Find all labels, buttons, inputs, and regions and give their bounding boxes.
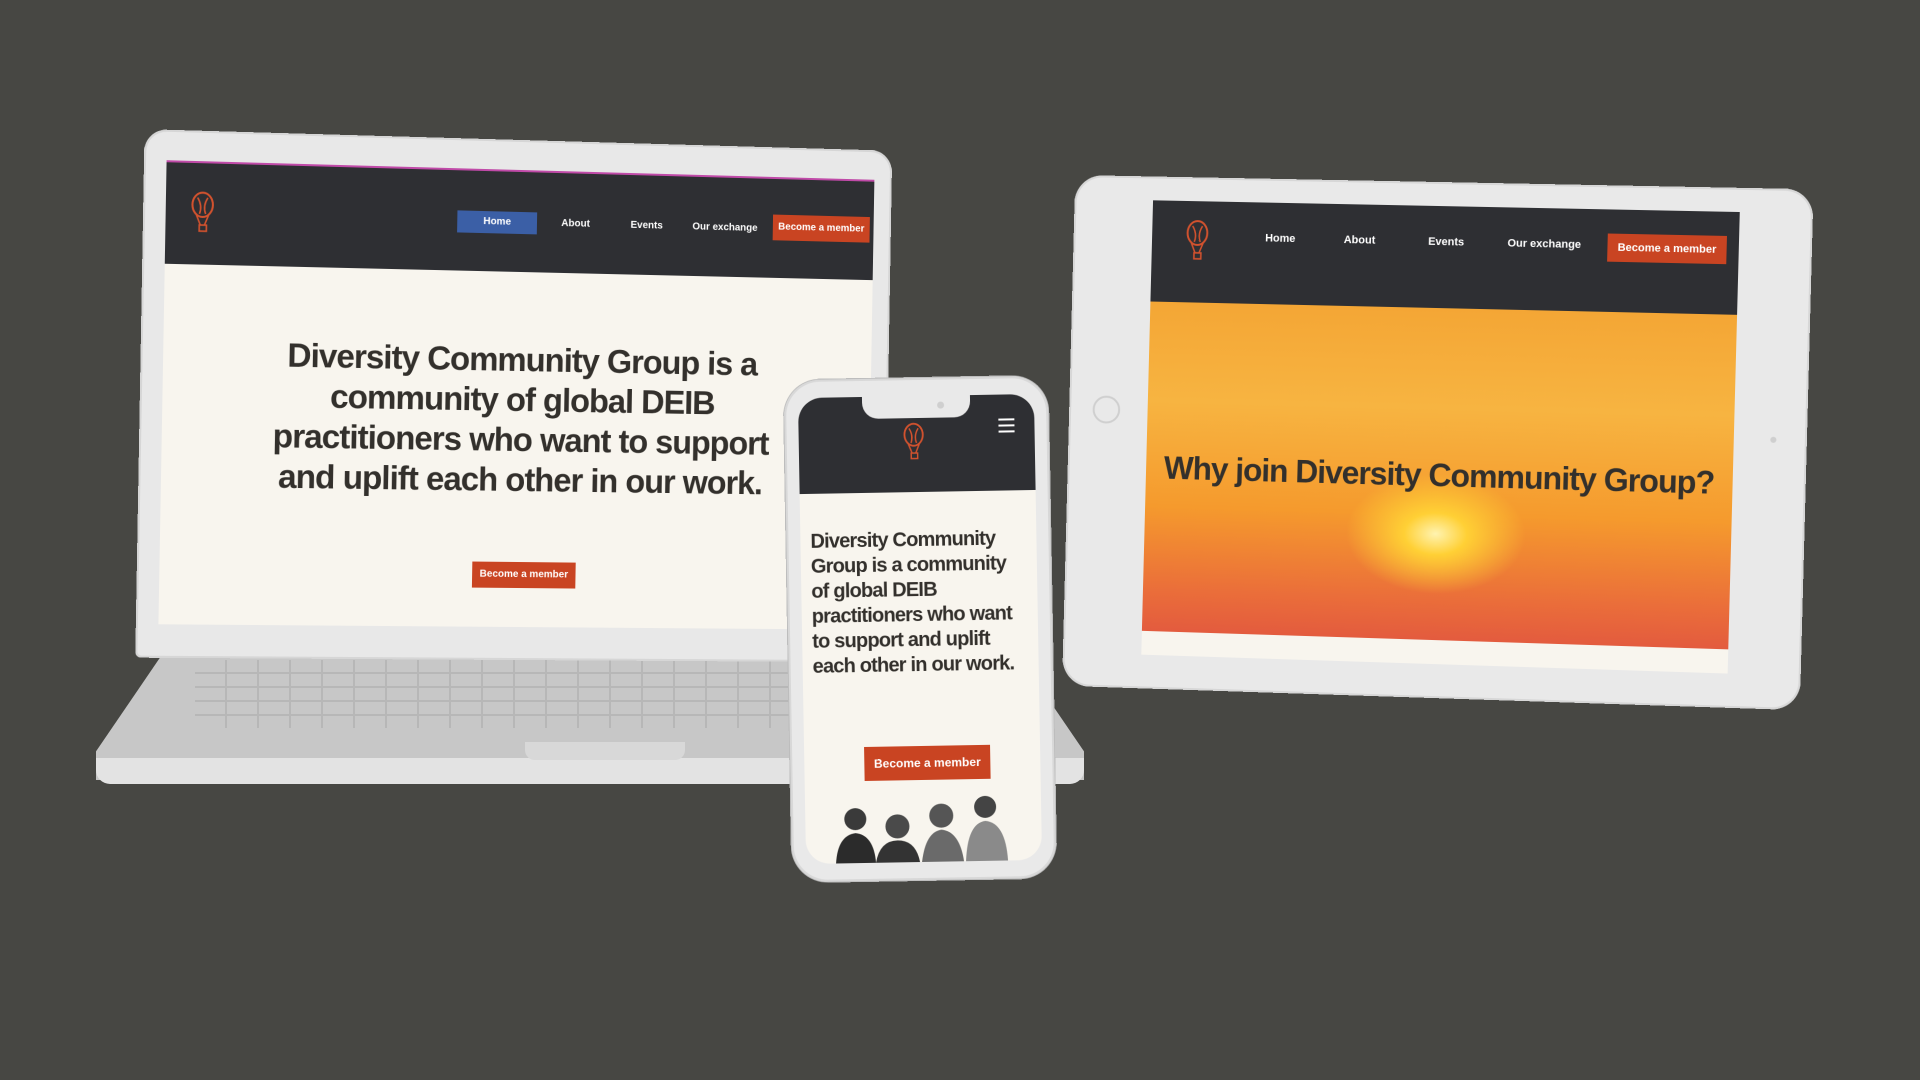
phone: Diversity Community Group is a community… <box>783 375 1057 883</box>
tablet-screen: Home About Events Our exchange Become a … <box>1141 200 1740 674</box>
nav-home[interactable]: Home <box>1250 232 1310 245</box>
nav-about[interactable]: About <box>1330 234 1390 247</box>
nav-about[interactable]: About <box>545 213 607 236</box>
phone-notch <box>861 395 971 419</box>
laptop-trackpad-notch <box>525 742 685 760</box>
hot-air-balloon-icon[interactable] <box>1185 219 1210 263</box>
nav-our-exchange[interactable]: Our exchange <box>683 216 767 240</box>
nav-home[interactable]: Home <box>457 210 538 235</box>
tablet-camera <box>1770 436 1777 443</box>
nav-events[interactable]: Events <box>1413 236 1479 249</box>
hero-become-member-button[interactable]: Become a member <box>471 561 576 589</box>
nav-our-exchange[interactable]: Our exchange <box>1499 237 1590 251</box>
laptop-screen: Home About Events Our exchange Become a … <box>158 160 875 630</box>
hot-air-balloon-icon[interactable] <box>190 191 215 234</box>
tablet: Home About Events Our exchange Become a … <box>1062 174 1814 711</box>
hero-become-member-button[interactable]: Become a member <box>864 744 991 781</box>
nav-become-member-button[interactable]: Become a member <box>1607 233 1727 265</box>
nav-become-member-button[interactable]: Become a member <box>772 214 870 243</box>
laptop-navbar: Home About Events Our exchange Become a … <box>164 162 875 281</box>
phone-hero-title: Diversity Community Group is a community… <box>810 527 1015 678</box>
tablet-home-button <box>1092 395 1121 424</box>
hot-air-balloon-icon[interactable] <box>902 422 925 462</box>
phone-screen: Diversity Community Group is a community… <box>797 393 1043 865</box>
people-photo <box>836 795 1009 864</box>
nav-events[interactable]: Events <box>614 214 679 238</box>
laptop-hero-title: Diversity Community Group is a community… <box>272 336 769 502</box>
laptop: Home About Events Our exchange Become a … <box>135 129 893 663</box>
tablet-navbar: Home About Events Our exchange Become a … <box>1150 200 1740 315</box>
hamburger-menu-icon[interactable] <box>998 418 1015 433</box>
